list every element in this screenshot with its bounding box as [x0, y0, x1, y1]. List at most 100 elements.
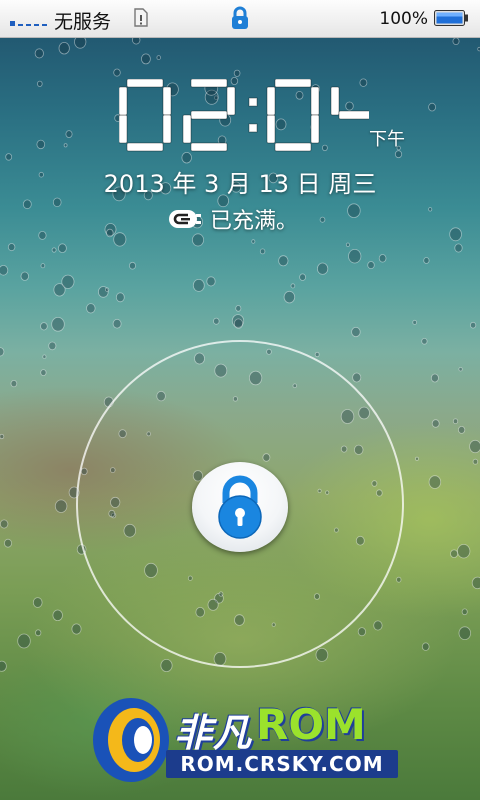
raindrop: [290, 283, 296, 289]
date-label: 2013 年 3 月 13 日 周三: [103, 170, 377, 198]
raindrop: [52, 609, 63, 622]
raindrop: [4, 538, 12, 548]
raindrop: [345, 242, 350, 247]
raindrop: [428, 207, 433, 212]
raindrop: [450, 549, 459, 558]
raindrop: [112, 318, 122, 329]
raindrop: [233, 69, 241, 77]
raindrop: [458, 626, 472, 640]
raindrop: [316, 262, 329, 275]
clock-digit-segment: [182, 114, 192, 144]
raindrop: [7, 243, 16, 252]
clock-digit-segment: [330, 86, 340, 116]
clock-digit-segment: [274, 142, 312, 152]
charging-text: 已充满。: [210, 209, 299, 234]
clock-digit-segment: [190, 79, 228, 88]
raindrop: [421, 642, 430, 651]
raindrop: [315, 648, 329, 662]
raindrop: [251, 239, 256, 244]
raindrop: [38, 230, 47, 240]
raindrop: [113, 232, 127, 247]
raindrop: [423, 257, 430, 264]
raindrop: [156, 55, 161, 60]
watermark-url: ROM.CRSKY.COM: [166, 750, 398, 778]
raindrop: [469, 321, 477, 329]
raindrop: [454, 243, 463, 253]
raindrop: [396, 576, 402, 583]
unlock-button[interactable]: [192, 462, 288, 552]
clock-digit-segment: [274, 79, 312, 88]
raindrop: [457, 425, 466, 434]
raindrop: [421, 337, 428, 345]
raindrop: [86, 303, 96, 314]
raindrop: [352, 372, 362, 383]
raindrop: [51, 316, 65, 332]
raindrop: [40, 263, 46, 269]
raindrop: [191, 233, 204, 247]
raindrop: [54, 499, 68, 513]
battery-icon: [434, 10, 468, 26]
clock-digit-segment: [266, 114, 276, 144]
raindrop: [140, 53, 151, 65]
clock-digit-segment: [119, 114, 128, 144]
raindrop: [233, 318, 244, 329]
raindrop: [5, 153, 13, 161]
clock-digit-segment: [266, 86, 276, 116]
raindrop: [430, 373, 439, 383]
lock-icon: [232, 6, 248, 29]
raindrop: [128, 261, 136, 270]
raindrop: [367, 261, 375, 270]
ampm-label: 下午: [369, 129, 405, 150]
watermark-brand-cn: 非凡: [174, 711, 253, 755]
raindrop: [458, 367, 463, 372]
raindrop: [0, 347, 5, 357]
raindrop: [259, 248, 266, 255]
raindrop: [10, 379, 18, 388]
raindrop: [394, 150, 403, 159]
raindrop: [278, 255, 289, 267]
clock-display: [119, 79, 369, 152]
raindrop: [0, 433, 5, 440]
raindrop: [51, 247, 57, 253]
raindrop: [299, 273, 307, 281]
charging-status: 已充满。: [168, 203, 298, 235]
raindrop: [40, 369, 47, 377]
raindrop: [0, 265, 9, 276]
raindrop: [58, 243, 67, 254]
raindrop: [472, 458, 479, 465]
raindrop: [351, 326, 361, 338]
clock-digit-segment: [310, 114, 320, 144]
raindrop: [213, 317, 220, 325]
raindrop: [347, 203, 361, 219]
raindrop: [36, 80, 43, 87]
raindrop: [42, 354, 47, 359]
raindrop: [412, 319, 418, 325]
raindrop: [35, 629, 42, 637]
raindrop: [63, 143, 68, 148]
raindrop: [106, 228, 114, 238]
raindrop: [457, 544, 471, 559]
raindrop: [319, 216, 326, 223]
clock-digit-segment: [190, 110, 228, 120]
swirl-logo-icon: [93, 698, 169, 782]
raindrop: [452, 37, 460, 45]
signal-bars-icon: [10, 21, 47, 26]
raindrop: [449, 227, 462, 242]
raindrop: [36, 139, 46, 150]
raindrop: [0, 519, 9, 529]
clock-digit-segment: [190, 142, 228, 152]
raindrop: [32, 597, 43, 608]
raindrop: [314, 351, 320, 358]
clock-digit-segment: [126, 79, 164, 88]
padlock-icon: [218, 475, 262, 539]
clock-digit-segment: [162, 86, 172, 116]
raindrop: [0, 660, 7, 672]
raindrop: [461, 608, 468, 616]
raindrop: [471, 576, 480, 590]
clock-digit-segment: [226, 86, 236, 116]
raindrop: [428, 102, 437, 112]
status-bar: 无服务 100%: [0, 0, 480, 38]
raindrop: [452, 418, 459, 425]
raindrop: [235, 305, 242, 312]
raindrop: [469, 439, 480, 454]
